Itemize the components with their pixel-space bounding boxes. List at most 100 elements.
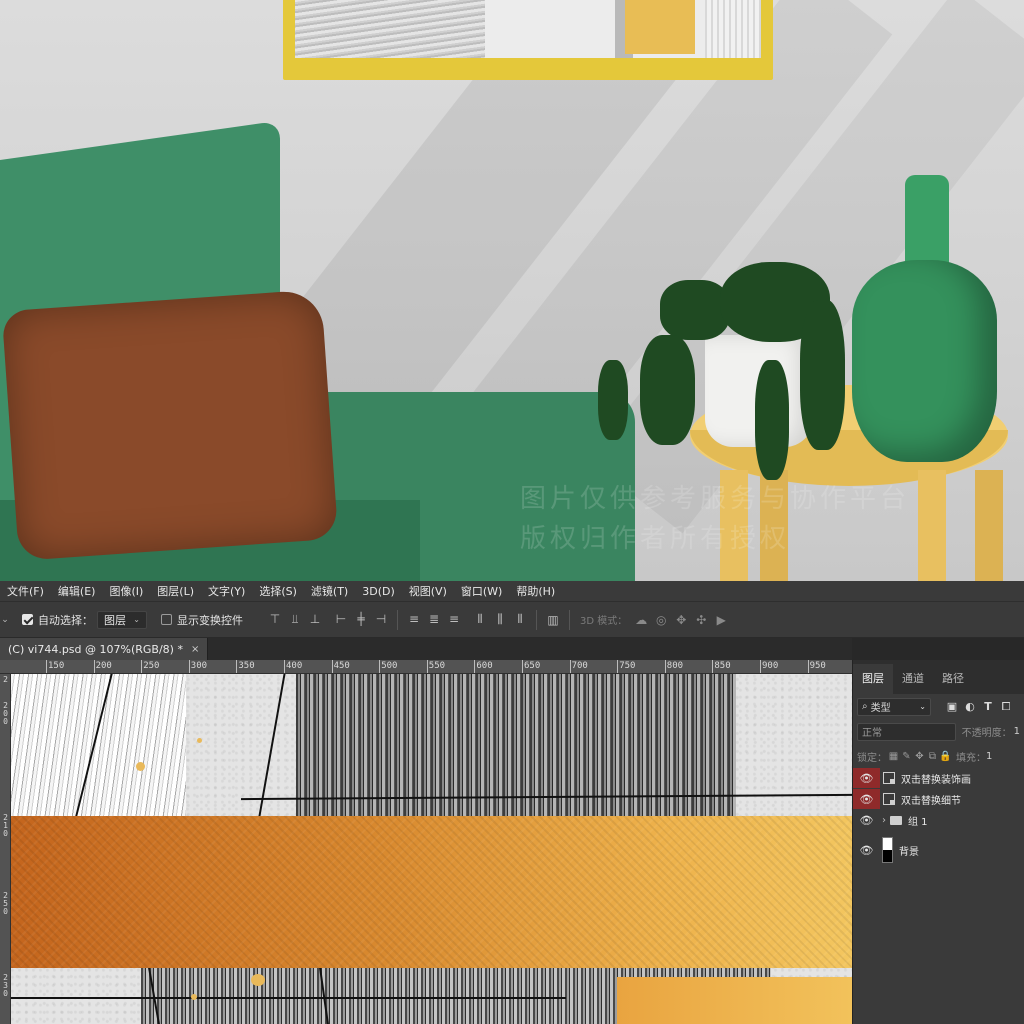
distribute-top-icon[interactable]: ≡	[404, 612, 424, 627]
ruler-label: 800	[666, 661, 684, 671]
ruler-label: 150	[48, 661, 65, 671]
3d-slide-icon[interactable]: ✣	[691, 613, 711, 627]
auto-select-label: 自动选择：	[38, 613, 93, 627]
show-transform-toggle[interactable]: 显示变换控件	[161, 612, 243, 628]
layer-name: 双击替换装饰画	[901, 774, 971, 786]
shape-filter-icon[interactable]: ⧠	[997, 700, 1015, 714]
document-title: (C) vi744.psd @ 107%(RGB/8) *	[8, 642, 183, 656]
align-vcenter-icon[interactable]: ⫫	[285, 612, 305, 627]
distribute-vcenter-icon[interactable]: ≣	[424, 612, 444, 627]
layer-name: 双击替换细节	[901, 795, 961, 807]
align-left-icon[interactable]: ⊢	[331, 612, 351, 627]
align-right-icon[interactable]: ⊣	[371, 612, 391, 627]
ruler-tick	[331, 660, 333, 673]
ruler-label: 450	[333, 661, 350, 671]
lock-artboard-icon[interactable]: ⧉	[926, 751, 939, 762]
document-tab-bar: (C) vi744.psd @ 107%(RGB/8) * ×	[0, 638, 852, 660]
adjustment-filter-icon[interactable]: ◐	[961, 700, 979, 713]
wood-texture-light	[11, 674, 186, 819]
distribute-right-icon[interactable]: ⦀	[510, 612, 530, 627]
menu-view[interactable]: 视图(V)	[402, 583, 454, 599]
menu-select[interactable]: 选择(S)	[252, 583, 304, 599]
layer-row[interactable]: 👁 双击替换装饰画	[853, 768, 1024, 788]
ruler-tick	[807, 660, 809, 673]
eye-icon[interactable]: 👁	[853, 810, 880, 830]
3d-mode-label: 3D 模式：	[580, 616, 628, 627]
align-hcenter-icon[interactable]: ╪	[351, 612, 371, 627]
fill-value[interactable]: 1	[986, 751, 992, 762]
ruler-label: 2 5 0	[3, 891, 8, 916]
menu-window[interactable]: 窗口(W)	[454, 583, 509, 599]
ruler-label: 2 3 0	[3, 973, 8, 998]
chevron-down-icon[interactable]: ⌄	[0, 615, 10, 625]
layer-row[interactable]: 👁 双击替换细节	[853, 789, 1024, 809]
menu-help[interactable]: 帮助(H)	[509, 583, 562, 599]
tab-layers[interactable]: 图层	[853, 664, 893, 694]
eye-icon[interactable]: 👁	[853, 789, 880, 809]
image-filter-icon[interactable]: ▣	[943, 700, 961, 713]
opacity-value[interactable]: 1	[1014, 726, 1020, 737]
ruler-label: 500	[381, 661, 398, 671]
distribute-left-icon[interactable]: ⦀	[470, 612, 490, 627]
gold-speck	[136, 762, 145, 771]
vertical-ruler: 2 2 0 0 2 1 0 2 5 0 2 3 0	[0, 674, 11, 1024]
auto-select-checkbox[interactable]	[22, 614, 33, 625]
table-leg	[975, 470, 1003, 581]
lock-position-icon[interactable]: ✥	[913, 751, 926, 762]
eye-icon[interactable]: 👁	[853, 835, 880, 865]
close-icon[interactable]: ×	[191, 644, 199, 655]
ruler-label: 550	[428, 661, 446, 671]
tab-paths[interactable]: 路径	[933, 664, 973, 694]
show-transform-label: 显示变换控件	[177, 613, 243, 627]
menu-image[interactable]: 图像(I)	[102, 583, 150, 599]
show-transform-checkbox[interactable]	[161, 614, 172, 625]
gold-speck	[251, 974, 265, 986]
3d-camera-icon[interactable]: ▶	[711, 613, 731, 627]
align-bottom-icon[interactable]: ⊥	[305, 612, 325, 627]
text-filter-icon[interactable]: T	[979, 700, 997, 713]
ruler-label: 900	[762, 661, 779, 671]
distribute-bottom-icon[interactable]: ≡	[444, 612, 464, 627]
layer-row[interactable]: 👁 背景	[853, 835, 1024, 865]
lock-paint-icon[interactable]: ✎	[900, 751, 913, 762]
auto-align-icon[interactable]: ▥	[543, 613, 563, 627]
3d-orbit-icon[interactable]: ☁	[631, 613, 651, 627]
blend-mode-value: 正常	[862, 728, 882, 739]
ruler-tick	[617, 660, 619, 673]
menu-filter[interactable]: 滤镜(T)	[304, 583, 355, 599]
ruler-tick	[141, 660, 143, 673]
blend-mode-dropdown[interactable]: 正常	[857, 722, 956, 741]
menu-file[interactable]: 文件(F)	[0, 583, 51, 599]
tab-channels[interactable]: 通道	[893, 664, 933, 694]
smart-object-icon	[883, 772, 895, 784]
black-line	[11, 997, 566, 999]
3d-drag-icon[interactable]: ✥	[671, 613, 691, 627]
ruler-tick	[522, 660, 523, 673]
document-canvas[interactable]	[11, 674, 852, 1024]
ruler-label: 250	[143, 661, 160, 671]
lock-all-icon[interactable]: 🔒	[939, 751, 952, 762]
lock-pixels-icon[interactable]: ▦	[887, 751, 900, 762]
chevron-right-icon[interactable]: ›	[882, 815, 886, 826]
interior-photo: 图片仅供参考服务与协作平台 版权归作者所有授权	[0, 0, 1024, 581]
auto-select-toggle[interactable]: 自动选择：	[22, 612, 93, 628]
eye-icon[interactable]: 👁	[853, 768, 880, 788]
layer-filter-dropdown[interactable]: ⌕ 类型 ⌄	[857, 697, 931, 716]
ruler-tick	[474, 660, 476, 673]
auto-select-dropdown[interactable]: 图层 ⌄	[97, 610, 147, 629]
3d-roll-icon[interactable]: ◎	[651, 613, 671, 627]
document-tab[interactable]: (C) vi744.psd @ 107%(RGB/8) * ×	[0, 638, 209, 660]
layers-panel: 图层 通道 路径 ⌕ 类型 ⌄ ▣ ◐ T ⧠ 正常 不透明度： 1 锁定： ▦…	[852, 660, 1024, 1024]
menu-edit[interactable]: 编辑(E)	[51, 583, 103, 599]
menu-type[interactable]: 文字(Y)	[201, 583, 252, 599]
gold-speck	[191, 994, 197, 1000]
align-top-icon[interactable]: ⊤	[265, 612, 285, 627]
layer-row[interactable]: 👁 › 组 1	[853, 810, 1024, 830]
distribute-tools: ≡ ≣ ≡ ⦀ ⫼ ⦀	[404, 612, 530, 627]
layer-thumbnail	[882, 837, 893, 863]
lock-row: 锁定： ▦ ✎ ✥ ⧉ 🔒 填充： 1	[853, 744, 1024, 769]
menu-3d[interactable]: 3D(D)	[355, 585, 402, 598]
distribute-hcenter-icon[interactable]: ⫼	[490, 612, 510, 627]
menu-layer[interactable]: 图层(L)	[150, 583, 201, 599]
ruler-tick	[569, 660, 571, 673]
